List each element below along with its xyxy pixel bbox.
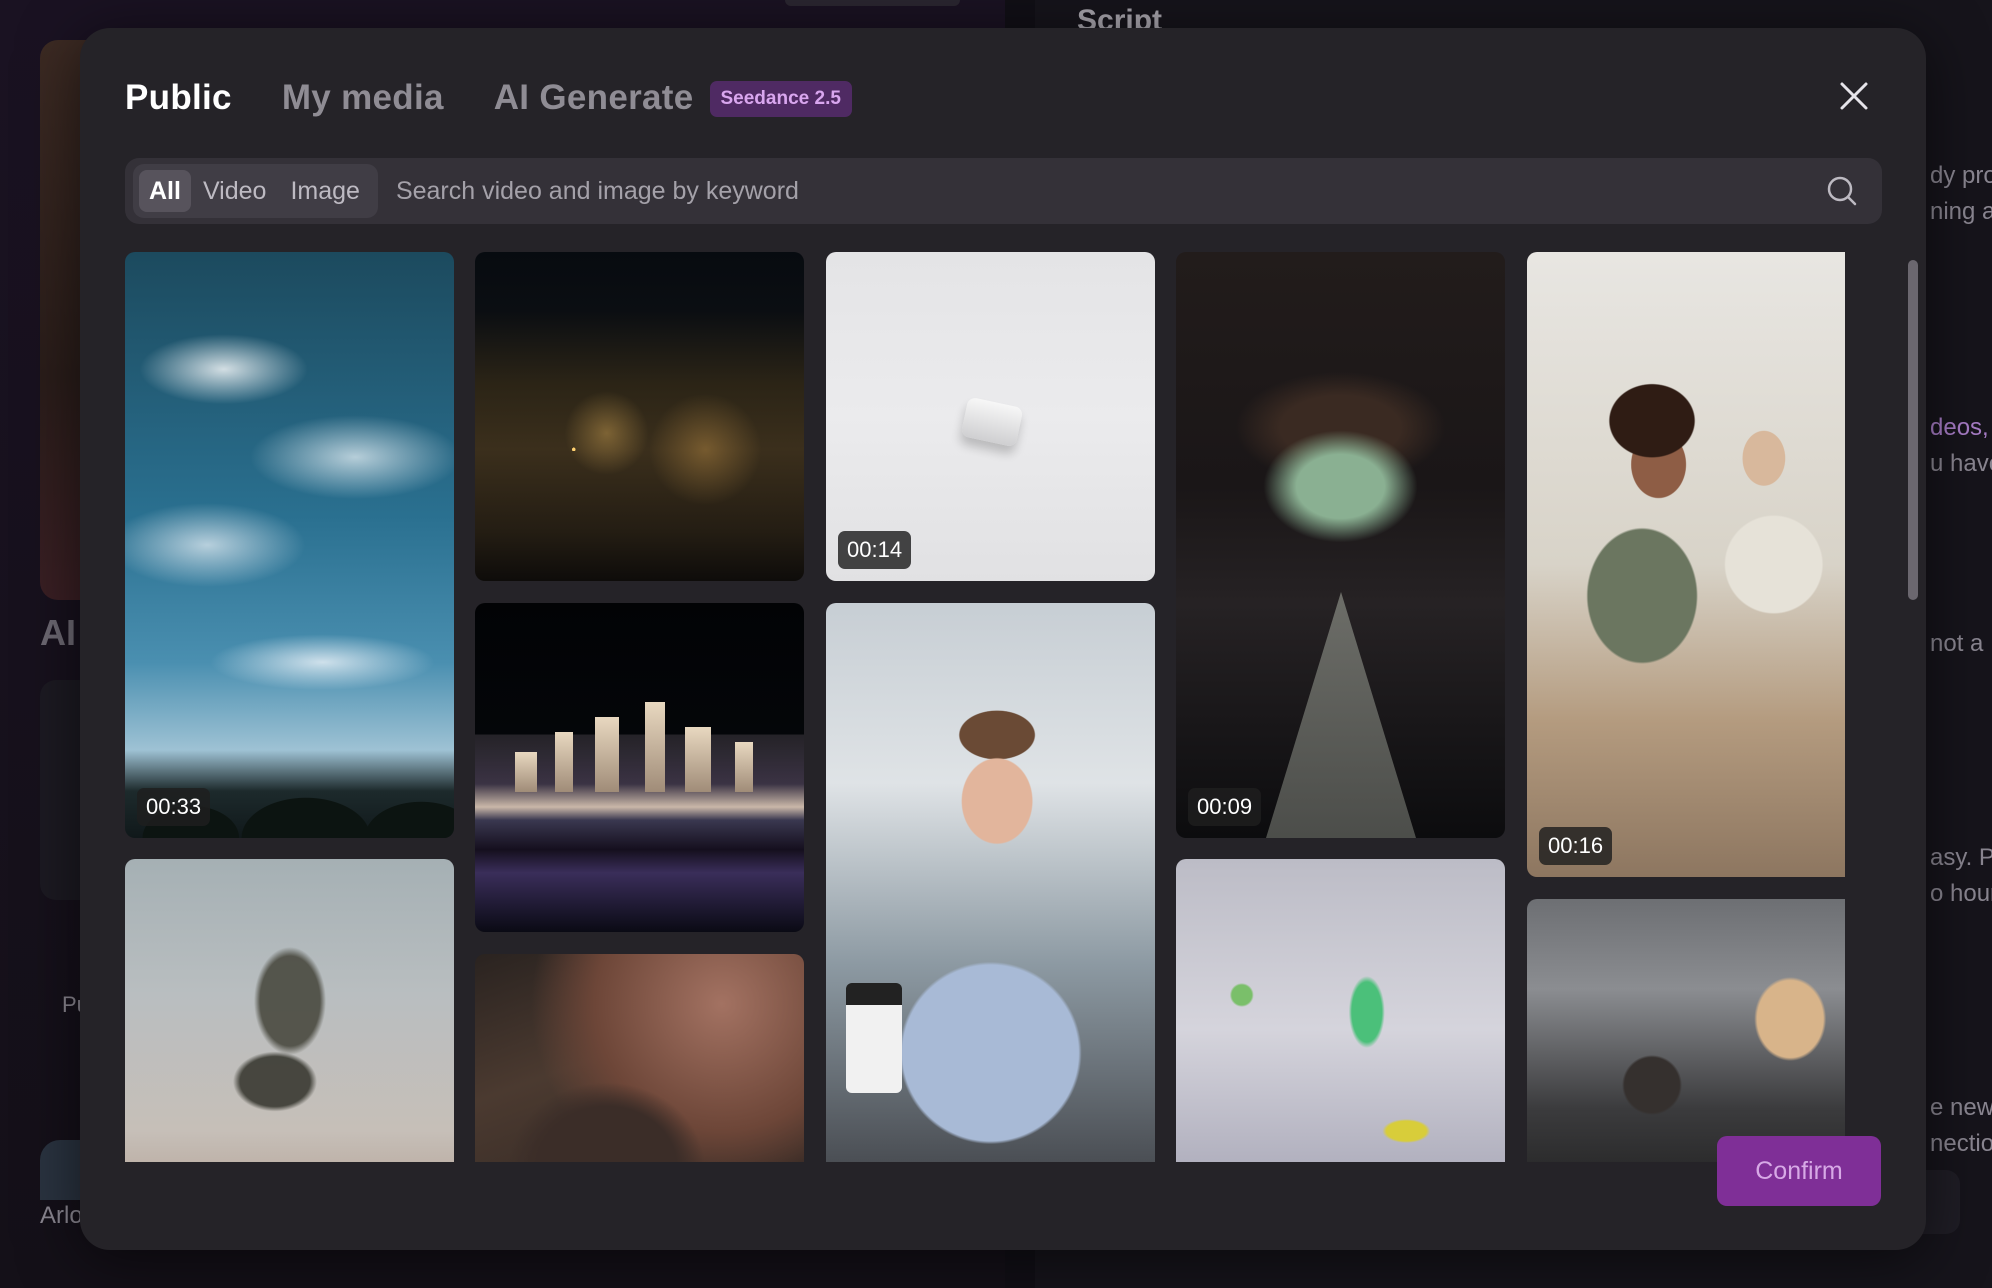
tree-shape — [215, 909, 365, 1139]
search-icon[interactable] — [1824, 173, 1860, 209]
tab-ai-generate[interactable]: AI Generate — [494, 78, 694, 118]
confirm-button[interactable]: Confirm — [1717, 1136, 1881, 1206]
media-type-filter: All Video Image — [133, 164, 378, 218]
tab-bar: Public My media AI Generate Seedance 2.5 — [125, 68, 852, 128]
duration-badge: 00:09 — [1188, 788, 1262, 826]
duration-badge: 00:16 — [1539, 827, 1613, 865]
filter-all[interactable]: All — [139, 170, 191, 212]
filter-image[interactable]: Image — [278, 170, 371, 212]
media-tile[interactable]: 00:09 — [1176, 252, 1505, 838]
building — [595, 717, 619, 792]
tab-public[interactable]: Public — [125, 78, 232, 118]
duration-badge: 00:14 — [838, 531, 912, 569]
media-tile[interactable] — [475, 954, 804, 1162]
media-tile[interactable] — [475, 252, 804, 581]
script-snippet: asy. Pe — [1930, 844, 1992, 871]
close-icon — [1840, 82, 1868, 110]
script-snippet: u have — [1930, 450, 1992, 477]
search-input[interactable] — [395, 161, 1824, 221]
shadow-shape — [1266, 592, 1416, 838]
script-snippet: not a — [1930, 630, 1984, 657]
media-grid: 00:33 00:14 00:09 00:16 — [125, 252, 1845, 1162]
building — [735, 742, 753, 792]
media-tile[interactable] — [475, 603, 804, 932]
script-snippet: nectio — [1930, 1130, 1992, 1157]
building — [685, 727, 711, 792]
script-snippet: o hour — [1930, 880, 1992, 907]
scrollbar[interactable] — [1908, 260, 1918, 600]
duration-badge: 00:33 — [137, 788, 211, 826]
media-tile[interactable]: 00:33 — [125, 252, 454, 838]
media-tile[interactable] — [1527, 899, 1845, 1162]
device-shape — [960, 396, 1024, 448]
script-snippet: dy pro — [1930, 162, 1992, 189]
close-button[interactable] — [1834, 76, 1874, 116]
media-tile[interactable] — [125, 859, 454, 1162]
model-badge: Seedance 2.5 — [709, 81, 852, 117]
building — [515, 752, 537, 792]
media-tile[interactable]: 00:16 — [1527, 252, 1845, 877]
top-bar-handle — [785, 0, 960, 6]
avatar — [40, 1140, 80, 1200]
script-snippet: e new — [1930, 1094, 1992, 1121]
media-tile[interactable] — [826, 603, 1155, 1162]
section-label: AI — [40, 612, 76, 653]
media-tile[interactable] — [1176, 859, 1505, 1162]
building — [645, 702, 665, 792]
media-picker-modal: Public My media AI Generate Seedance 2.5… — [80, 28, 1926, 1250]
coffee-cup — [846, 983, 902, 1093]
script-snippet: ning al — [1930, 198, 1992, 225]
script-snippet: deos, — [1930, 414, 1989, 441]
search-bar: All Video Image — [125, 158, 1882, 224]
user-name: Arlo — [40, 1202, 83, 1229]
filter-video[interactable]: Video — [191, 170, 279, 212]
tab-my-media[interactable]: My media — [282, 78, 444, 118]
building — [555, 732, 573, 792]
media-tile[interactable]: 00:14 — [826, 252, 1155, 581]
